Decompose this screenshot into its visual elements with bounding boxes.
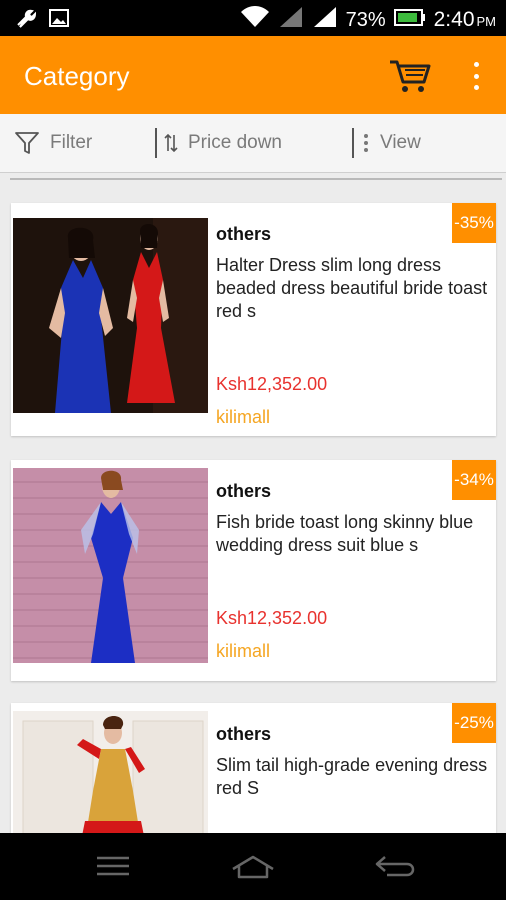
back-icon bbox=[375, 856, 415, 877]
sort-label: Price down bbox=[188, 132, 282, 153]
overflow-dot bbox=[473, 85, 479, 90]
overflow-dot bbox=[473, 73, 479, 79]
product-price: Ksh12,352.00 bbox=[216, 374, 328, 394]
page-title: Category bbox=[24, 61, 130, 91]
discount-badge: -34% bbox=[452, 460, 496, 500]
battery-percent: 73% bbox=[345, 8, 386, 31]
product-store: kilimall bbox=[216, 641, 270, 661]
system-navigation-bar bbox=[0, 833, 506, 900]
product-price: Ksh12,352.00 bbox=[216, 608, 328, 628]
more-options-button[interactable] bbox=[466, 60, 486, 92]
product-brand: others bbox=[216, 224, 272, 244]
clock-time: 2:40 bbox=[433, 8, 475, 31]
clock: 2:40 PM bbox=[434, 8, 496, 32]
sort-button[interactable]: Price down bbox=[164, 114, 282, 172]
signal-icon-1 bbox=[278, 5, 304, 35]
filter-icon bbox=[14, 130, 40, 156]
cart-button[interactable] bbox=[388, 58, 432, 94]
filter-sort-toolbar: Filter Price down View bbox=[0, 114, 506, 173]
product-store: kilimall bbox=[216, 407, 270, 427]
cart-icon bbox=[390, 60, 431, 92]
view-options-icon bbox=[362, 132, 370, 154]
view-label: View bbox=[380, 132, 421, 153]
product-brand: others bbox=[216, 724, 272, 744]
home-icon bbox=[232, 855, 274, 879]
toolbar-divider bbox=[352, 128, 354, 158]
menu-icon bbox=[97, 856, 129, 876]
toolbar-underline bbox=[10, 178, 502, 180]
filter-button[interactable]: Filter bbox=[14, 114, 92, 172]
product-name: Fish bride toast long skinny blue weddin… bbox=[216, 512, 474, 555]
signal-icon-2 bbox=[312, 5, 338, 35]
product-image bbox=[13, 218, 208, 413]
clock-suffix: PM bbox=[476, 14, 497, 29]
recent-apps-button[interactable] bbox=[88, 851, 138, 881]
product-card[interactable]: others Halter Dress slim long dress bead… bbox=[11, 203, 496, 436]
home-button[interactable] bbox=[228, 851, 278, 881]
wrench-icon bbox=[14, 7, 37, 34]
product-brand: others bbox=[216, 481, 272, 501]
product-image bbox=[13, 468, 208, 663]
battery-icon bbox=[393, 7, 426, 33]
back-button[interactable] bbox=[370, 851, 420, 881]
product-name: Halter Dress slim long dress beaded dres… bbox=[216, 255, 488, 321]
product-name: Slim tail high-grade evening dress red S bbox=[216, 755, 488, 798]
discount-badge: -35% bbox=[452, 203, 496, 243]
view-button[interactable]: View bbox=[362, 114, 421, 172]
discount-badge: -25% bbox=[452, 703, 496, 743]
wifi-icon bbox=[240, 5, 270, 35]
product-card[interactable]: others Fish bride toast long skinny blue… bbox=[11, 460, 496, 681]
toolbar-divider bbox=[155, 128, 157, 158]
app-bar: Category bbox=[0, 36, 506, 114]
overflow-dot bbox=[473, 62, 479, 67]
filter-label: Filter bbox=[50, 132, 93, 153]
product-image bbox=[13, 711, 208, 841]
image-icon bbox=[48, 7, 70, 34]
status-bar: 73% 2:40 PM bbox=[0, 0, 506, 36]
sort-icon bbox=[164, 133, 178, 153]
